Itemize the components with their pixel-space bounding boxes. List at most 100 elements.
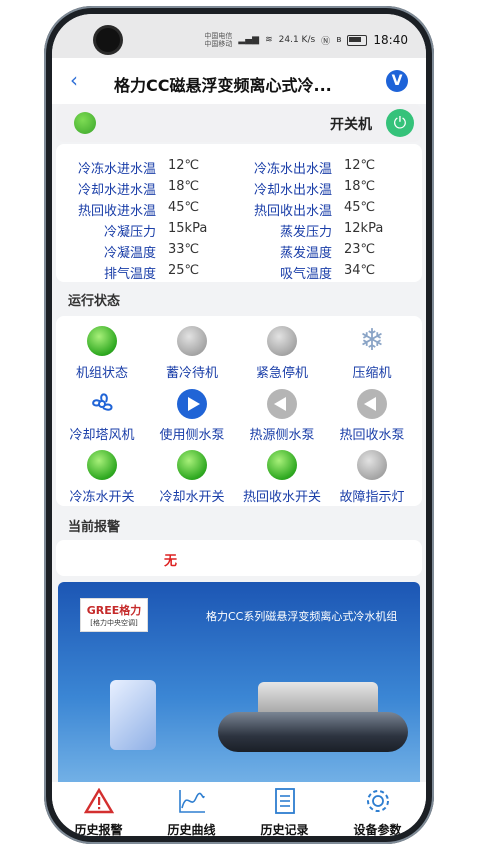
status-item: 机组状态 — [58, 326, 146, 381]
bluetooth-icon: ʙ — [336, 35, 342, 45]
status-item-label: 热回收水泵 — [339, 428, 405, 443]
status-item-label: 蓄冷待机 — [165, 366, 218, 381]
nfc-icon: Ⓝ — [321, 36, 331, 47]
app-header: ‹ 格力CC磁悬浮变频离心式冷... V — [52, 58, 426, 104]
param-label: 冷却水进水温 — [77, 183, 156, 198]
nav-item[interactable]: 历史报警 — [52, 787, 145, 836]
gree-logo: GREE格力 [格力中央空调] — [80, 598, 148, 632]
status-item-label: 紧急停机 — [255, 366, 308, 381]
gray-led-icon — [328, 450, 416, 482]
status-item: 冷却水开关 — [148, 450, 236, 505]
status-item: 紧急停机 — [238, 326, 326, 381]
controller-box-image — [110, 680, 156, 750]
alarm-card: 无 — [56, 540, 422, 576]
param-value: 45℃ — [344, 200, 376, 215]
power-button[interactable]: ⏻ — [386, 109, 414, 137]
status-item: 热源侧水泵 — [238, 388, 326, 443]
param-label: 吸气温度 — [279, 267, 332, 282]
parameters-card: 冷冻水进水温 12℃ 冷却水进水温 18℃ 热回收进水温 45℃ 冷凝压力 15kPa 冷凝温度… — [56, 144, 422, 282]
status-item: 故障指示灯 — [328, 450, 416, 505]
param-value: 12kPa — [344, 221, 384, 236]
param-label: 冷却水出水温 — [253, 183, 332, 198]
green-led-icon — [58, 326, 146, 358]
back-chevron-icon[interactable]: ‹ — [70, 68, 78, 92]
running-status-title: 运行状态 — [68, 294, 121, 309]
status-item: 热回收水开关 — [238, 450, 326, 505]
status-item-label: 压缩机 — [352, 366, 392, 381]
document-icon — [238, 788, 331, 821]
power-status-led — [74, 112, 96, 134]
power-label: 开关机 — [330, 117, 372, 133]
nav-item-label: 历史报警 — [74, 823, 123, 836]
param-value: 18℃ — [168, 179, 200, 194]
chiller-tank — [218, 712, 408, 752]
param-value: 15kPa — [168, 221, 208, 236]
battery-icon — [347, 34, 368, 46]
power-row: 开关机 ⏻ — [56, 104, 422, 142]
status-item: 冷冻水开关 — [58, 450, 146, 505]
front-camera — [96, 28, 120, 52]
param-value: 12℃ — [168, 158, 200, 173]
nav-item-label: 历史记录 — [260, 823, 309, 836]
carrier-labels: 中国电信 中国移动 — [204, 32, 232, 48]
v-badge-icon[interactable]: V — [386, 70, 408, 92]
param-label: 冷凝压力 — [103, 225, 156, 240]
param-value: 18℃ — [344, 179, 376, 194]
nav-item-label: 历史曲线 — [167, 823, 216, 836]
param-value: 33℃ — [168, 242, 200, 257]
param-label: 冷冻水进水温 — [77, 162, 156, 177]
param-label: 冷冻水出水温 — [253, 162, 332, 177]
status-bar: 中国电信 中国移动 ▂▄▆ ≋ 24.1 K/s Ⓝ ʙ 18:40 — [52, 14, 426, 58]
nav-item[interactable]: 历史记录 — [238, 788, 331, 836]
page-title: 格力CC磁悬浮变频离心式冷... — [114, 76, 332, 95]
green-led-icon — [148, 450, 236, 482]
param-value: 25℃ — [168, 263, 200, 278]
wifi-icon: ≋ — [265, 35, 273, 45]
app-screen: 中国电信 中国移动 ▂▄▆ ≋ 24.1 K/s Ⓝ ʙ 18:40 ‹ 格力C… — [52, 14, 426, 836]
status-icons: 中国电信 中国移动 ▂▄▆ ≋ 24.1 K/s Ⓝ ʙ 18:40 — [204, 32, 408, 48]
green-led-icon — [58, 450, 146, 482]
nav-item-label: 设备参数 — [353, 823, 402, 836]
status-item-label: 热回收水开关 — [242, 490, 321, 505]
status-item-label: 故障指示灯 — [339, 490, 405, 505]
snowflake-icon: ❄ — [359, 323, 385, 358]
nav-item[interactable]: 设备参数 — [331, 788, 424, 836]
status-item: 热回收水泵 — [328, 388, 416, 443]
param-value: 12℃ — [344, 158, 376, 173]
status-item: 使用侧水泵 — [148, 388, 236, 443]
param-label: 蒸发压力 — [279, 225, 332, 240]
param-label: 排气温度 — [103, 267, 156, 282]
logo-sub: [格力中央空调] — [90, 619, 138, 627]
gray-led-icon — [238, 326, 326, 358]
status-item-label: 冷冻水开关 — [69, 490, 135, 505]
gear-icon — [331, 788, 424, 821]
logo-brand: GREE格力 — [86, 604, 142, 617]
status-item: 冷却塔风机 — [58, 388, 146, 443]
green-led-icon — [238, 450, 326, 482]
status-item-label: 冷却塔风机 — [69, 428, 135, 443]
alarm-value: 无 — [164, 554, 178, 569]
pump-blue-icon — [148, 388, 236, 420]
pump-gray-icon — [328, 388, 416, 420]
chart-curve-icon — [145, 788, 238, 821]
status-item-label: 使用侧水泵 — [159, 428, 225, 443]
nav-item[interactable]: 历史曲线 — [145, 788, 238, 836]
gray-led-icon — [148, 326, 236, 358]
pump-gray-icon — [238, 388, 326, 420]
status-item: ❄ 压缩机 — [328, 323, 416, 382]
net-speed: 24.1 K/s — [278, 35, 316, 45]
banner-title: 格力CC系列磁悬浮变频离心式冷水机组 — [206, 610, 398, 623]
param-value: 23℃ — [344, 242, 376, 257]
carrier-1: 中国电信 — [204, 32, 233, 40]
status-item-label: 机组状态 — [75, 366, 128, 381]
param-label: 冷凝温度 — [103, 246, 156, 261]
param-value: 34℃ — [344, 263, 376, 278]
signal-icon: ▂▄▆ — [238, 35, 260, 45]
product-banner: GREE格力 [格力中央空调] 格力CC系列磁悬浮变频离心式冷水机组 — [58, 582, 420, 792]
param-label: 蒸发温度 — [279, 246, 332, 261]
clock: 18:40 — [373, 33, 408, 47]
param-label: 热回收进水温 — [77, 204, 156, 219]
param-label: 热回收出水温 — [253, 204, 332, 219]
status-item: 蓄冷待机 — [148, 326, 236, 381]
bottom-nav: 历史报警 历史曲线 历史记录 设备参数 — [52, 782, 426, 836]
